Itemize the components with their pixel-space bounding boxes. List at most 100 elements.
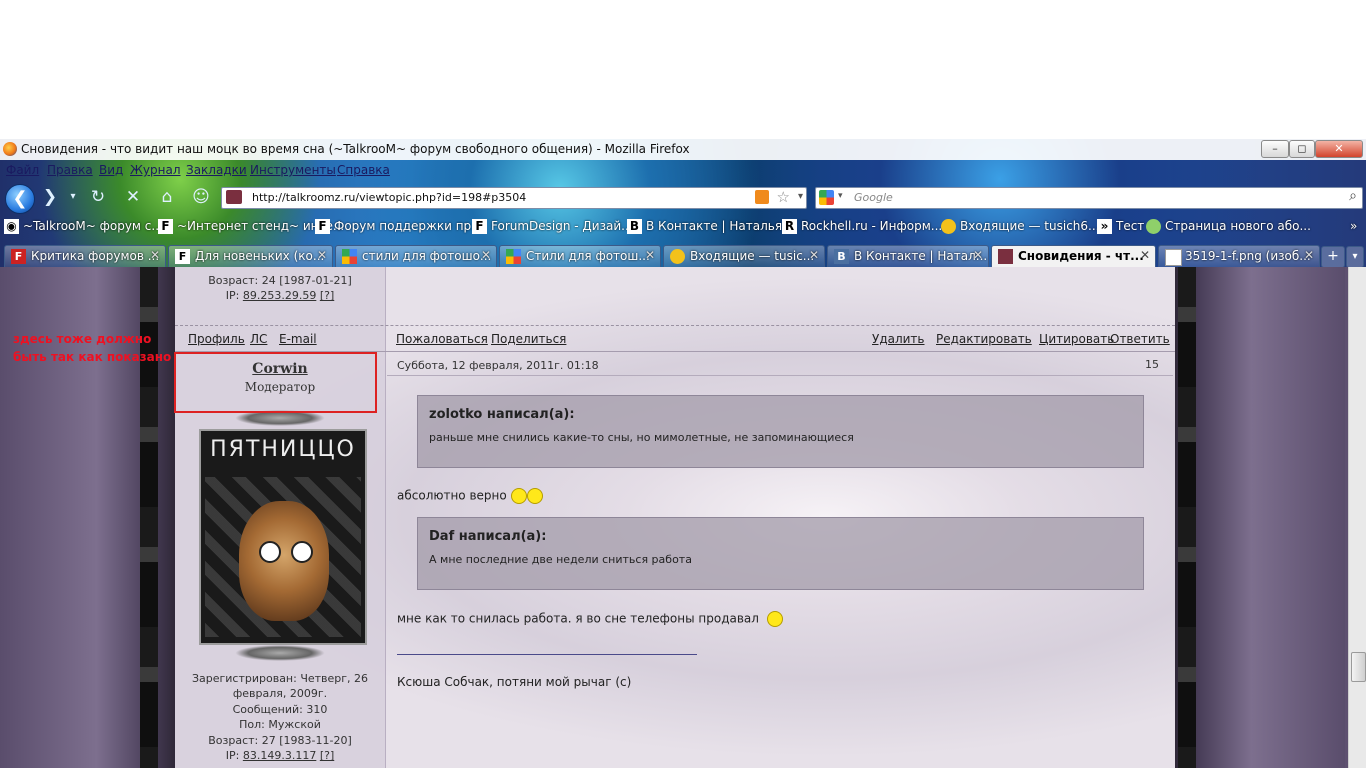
prev-ip-help-link[interactable]: [?] <box>320 289 334 302</box>
bookmark-star-icon[interactable]: ☆ <box>777 188 790 206</box>
browser-chrome: Сновидения - что видит наш моцк во время… <box>0 139 1366 268</box>
tab[interactable]: Стили для фотош... ✕ <box>499 245 661 267</box>
forum-icon: F <box>315 219 330 234</box>
tab[interactable]: F Для новеньких (ко... ✕ <box>168 245 333 267</box>
search-bar[interactable]: ▾ Google ⌕ <box>815 187 1363 209</box>
tab-label: стили для фотошо... <box>362 249 492 263</box>
menu-edit[interactable]: Правка <box>47 163 93 177</box>
post-text-line: мне как то снилась работа. я во сне теле… <box>397 611 759 626</box>
tab[interactable]: B В Контакте | Натал... ✕ <box>827 245 989 267</box>
search-engine-dropdown-icon[interactable]: ▾ <box>838 191 843 201</box>
prev-ip-link[interactable]: 89.253.29.59 <box>243 289 316 302</box>
signature-divider <box>397 654 697 655</box>
firefox-icon <box>3 142 17 156</box>
google-icon[interactable] <box>819 190 834 205</box>
smiley-icon <box>526 488 543 504</box>
window-title: Сновидения - что видит наш моцк во время… <box>21 142 690 156</box>
scrollbar-thumb[interactable] <box>1351 652 1366 682</box>
reload-icon[interactable]: ↻ <box>87 187 109 207</box>
tab[interactable]: Входящие — tusic... ✕ <box>663 245 825 267</box>
url-text: http://talkroomz.ru/viewtopic.php?id=198… <box>252 191 527 204</box>
close-tab-icon[interactable]: ✕ <box>481 248 491 262</box>
home-icon[interactable]: ⌂ <box>156 187 178 207</box>
post-number[interactable]: 15 <box>1145 358 1159 371</box>
minimize-button[interactable]: – <box>1261 140 1289 158</box>
new-tab-button[interactable]: + <box>1321 246 1345 268</box>
chat-icon[interactable]: ☺ <box>190 187 212 207</box>
menu-bookmarks[interactable]: Закладки <box>186 163 247 177</box>
report-link[interactable]: Пожаловаться <box>396 332 488 346</box>
address-bar[interactable]: http://talkroomz.ru/viewtopic.php?id=198… <box>221 187 807 209</box>
menu-view[interactable]: Вид <box>99 163 123 177</box>
close-tab-icon[interactable]: ✕ <box>645 248 655 262</box>
bookmark-item[interactable]: Страница нового або... <box>1146 219 1311 234</box>
quote-link[interactable]: Цитировать <box>1039 332 1114 346</box>
menu-history[interactable]: Журнал <box>130 163 181 177</box>
pm-link[interactable]: ЛС <box>250 332 267 346</box>
bookmark-item[interactable]: F ForumDesign - Дизай... <box>472 219 633 234</box>
vertical-scrollbar[interactable] <box>1348 267 1366 768</box>
close-tab-icon[interactable]: ✕ <box>317 248 327 262</box>
tab-label: Сновидения - чт... <box>1018 249 1144 263</box>
forward-icon[interactable]: ❯ <box>39 187 61 207</box>
rockhell-icon: R <box>782 219 797 234</box>
url-dropdown-icon[interactable]: ▾ <box>798 191 803 202</box>
menu-help[interactable]: Справка <box>337 163 390 177</box>
gender: Пол: Мужской <box>239 718 321 731</box>
history-dropdown-icon[interactable]: ▾ <box>62 187 84 207</box>
post-actions-row: Профиль ЛС E-mail Пожаловаться Поделитьс… <box>175 325 1175 352</box>
avatar-caption: ПЯТНИЦЦО <box>210 437 356 462</box>
share-link[interactable]: Поделиться <box>491 332 566 346</box>
reply-link[interactable]: Ответить <box>1110 332 1170 346</box>
blank-area <box>0 0 1366 139</box>
rss-icon[interactable] <box>755 190 769 204</box>
close-tab-icon[interactable]: ✕ <box>809 248 819 262</box>
forum-icon: F <box>472 219 487 234</box>
tab-favicon-icon <box>342 249 357 264</box>
menu-tools[interactable]: Инструменты <box>250 163 336 177</box>
bookmark-item[interactable]: R Rockhell.ru - Информ... <box>782 219 942 234</box>
stop-icon[interactable]: ✕ <box>122 187 144 207</box>
email-link[interactable]: E-mail <box>279 332 317 346</box>
tab[interactable]: 3519-1-f.png (изоб... ✕ <box>1158 245 1320 267</box>
bookmarks-toolbar: ◉ ~TalkrooM~ форум с... F ~Интернет стенд~… <box>0 216 1366 238</box>
tab-active[interactable]: Сновидения - чт... ✕ <box>991 245 1156 267</box>
maximize-button[interactable]: ◻ <box>1289 140 1315 158</box>
delete-link[interactable]: Удалить <box>872 332 925 346</box>
forum-column: Возраст: 24 [1987-01-21] IP: 89.253.29.5… <box>175 267 1175 768</box>
tab-favicon-icon <box>1165 249 1182 266</box>
tab-label: Критика форумов ... <box>31 249 160 263</box>
tab-label: Входящие — tusic... <box>690 249 815 263</box>
bookmark-item[interactable]: Входящие — tusich6... <box>941 219 1099 234</box>
close-tab-icon[interactable]: ✕ <box>973 248 983 262</box>
close-tab-icon[interactable]: ✕ <box>150 248 160 262</box>
ip-link[interactable]: 83.149.3.117 <box>243 749 316 762</box>
tab[interactable]: стили для фотошо... ✕ <box>335 245 497 267</box>
list-tabs-icon[interactable]: ▾ <box>1346 246 1364 268</box>
post-date[interactable]: Суббота, 12 февраля, 2011г. 01:18 <box>397 359 599 372</box>
bookmark-item[interactable]: » Тест <box>1097 219 1144 234</box>
bookmark-item[interactable]: ◉ ~TalkrooM~ форум с... <box>4 219 163 234</box>
back-button[interactable]: ❮ <box>5 184 35 214</box>
bookmark-item[interactable]: F Форум поддержки пр... <box>315 219 483 234</box>
edit-link[interactable]: Редактировать <box>936 332 1032 346</box>
avatar-eye <box>259 541 281 563</box>
author-age: Возраст: 27 [1983-11-20] <box>208 734 352 747</box>
bookmarks-overflow-icon[interactable]: » <box>1350 219 1357 233</box>
close-tab-icon[interactable]: ✕ <box>1304 248 1314 262</box>
test-icon: » <box>1097 219 1112 234</box>
profile-link[interactable]: Профиль <box>188 332 245 346</box>
annotation-highlight-box <box>174 352 377 413</box>
search-icon[interactable]: ⌕ <box>1349 188 1357 204</box>
close-tab-icon[interactable]: ✕ <box>1140 248 1150 262</box>
tab-favicon-icon: F <box>175 249 190 264</box>
bookmark-item[interactable]: BВ Контакте | Наталья ... <box>627 219 797 234</box>
tab[interactable]: F Критика форумов ... ✕ <box>4 245 166 267</box>
tab-label: Для новеньких (ко... <box>195 249 325 263</box>
menu-file[interactable]: Файл <box>6 163 39 177</box>
close-window-button[interactable]: ✕ <box>1315 140 1363 158</box>
quote-author: zolotko написал(а): <box>429 407 575 422</box>
ip-help-link[interactable]: [?] <box>320 749 334 762</box>
registered-line-1: Зарегистрирован: Четверг, 26 <box>191 672 369 685</box>
post-text-line: абсолютно верно <box>397 488 507 503</box>
